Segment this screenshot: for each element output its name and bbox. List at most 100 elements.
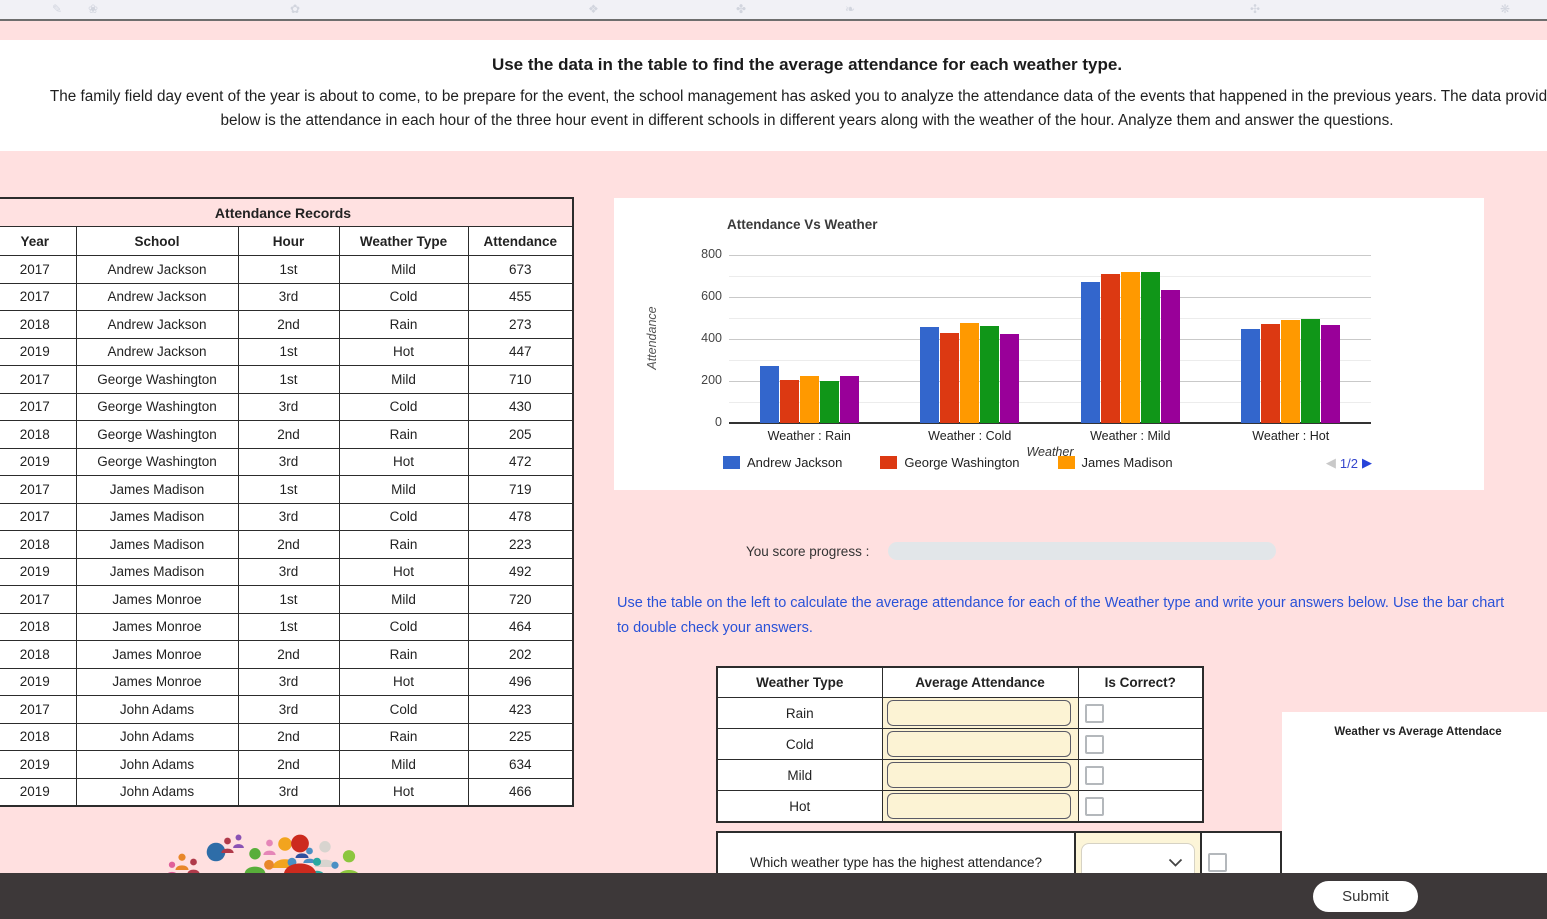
table-row: 2019George Washington3rdHot472: [0, 448, 573, 476]
table-cell: 2019: [0, 751, 76, 779]
table-cell: Rain: [339, 531, 468, 559]
table-cell: Mild: [339, 586, 468, 614]
table-cell: Hot: [339, 448, 468, 476]
table-cell: 2017: [0, 256, 76, 284]
table-cell: 2nd: [238, 723, 339, 751]
average-attendance-input[interactable]: [887, 700, 1071, 726]
answers-header-row: Weather Type Average Attendance Is Corre…: [717, 667, 1203, 698]
answer-weather-label: Mild: [717, 760, 882, 791]
question-correct-checkbox[interactable]: [1208, 853, 1227, 872]
answers-table-body: RainColdMildHot: [717, 698, 1203, 823]
legend-label: George Washington: [904, 455, 1019, 470]
answers-table: Weather Type Average Attendance Is Corre…: [716, 666, 1204, 823]
table-cell: James Madison: [76, 558, 238, 586]
table-cell: Mild: [339, 476, 468, 504]
chart-plot-area: [729, 255, 1371, 423]
gridline-minor: [729, 276, 1371, 277]
table-cell: 2019: [0, 778, 76, 806]
is-correct-checkbox[interactable]: [1085, 766, 1104, 785]
table-row: 2018Andrew Jackson2ndRain273: [0, 311, 573, 339]
table-row: 2019James Monroe3rdHot496: [0, 668, 573, 696]
is-correct-checkbox[interactable]: [1085, 704, 1104, 723]
is-correct-checkbox[interactable]: [1085, 735, 1104, 754]
table-cell: 2017: [0, 476, 76, 504]
table-cell: Hot: [339, 778, 468, 806]
table-row: 2019John Adams2ndMild634: [0, 751, 573, 779]
y-axis-tick-label: 0: [672, 415, 722, 429]
average-attendance-input[interactable]: [887, 731, 1071, 757]
y-axis-tick-label: 600: [672, 289, 722, 303]
table-row: 2017James Madison1stMild719: [0, 476, 573, 504]
legend-swatch-icon: [1058, 456, 1075, 469]
table-cell: James Monroe: [76, 613, 238, 641]
table-cell: 3rd: [238, 696, 339, 724]
records-col-hour: Hour: [238, 227, 339, 256]
answer-weather-label: Hot: [717, 791, 882, 823]
header-content: Use the data in the table to find the av…: [0, 40, 1547, 132]
table-row: 2017John Adams3rdCold423: [0, 696, 573, 724]
x-axis-group-label: Weather : Mild: [1050, 429, 1210, 443]
x-axis-group-label: Weather : Hot: [1211, 429, 1371, 443]
table-cell: James Monroe: [76, 586, 238, 614]
table-cell: James Madison: [76, 531, 238, 559]
table-cell: Cold: [339, 613, 468, 641]
table-cell: Cold: [339, 503, 468, 531]
table-cell: Rain: [339, 311, 468, 339]
average-attendance-input[interactable]: [887, 762, 1071, 788]
table-cell: Mild: [339, 256, 468, 284]
table-cell: 1st: [238, 338, 339, 366]
table-cell: 2018: [0, 641, 76, 669]
answer-check-cell: [1078, 698, 1203, 729]
table-cell: 3rd: [238, 558, 339, 586]
table-cell: Rain: [339, 421, 468, 449]
y-axis-tick-label: 400: [672, 331, 722, 345]
table-cell: 455: [468, 283, 573, 311]
records-header-row: Year School Hour Weather Type Attendance: [0, 227, 573, 256]
table-cell: 2018: [0, 531, 76, 559]
chart-legend: Andrew JacksonGeorge WashingtonJames Mad…: [723, 455, 1173, 470]
legend-item: Andrew Jackson: [723, 455, 842, 470]
table-row: 2017George Washington3rdCold430: [0, 393, 573, 421]
legend-page-indicator: 1/2: [1340, 456, 1358, 471]
table-cell: 225: [468, 723, 573, 751]
table-cell: 2019: [0, 558, 76, 586]
table-cell: 2nd: [238, 641, 339, 669]
legend-swatch-icon: [723, 456, 740, 469]
quiz-page: ✎ ❀ ✿ ❖ ✤ ❧ ✣ ❋ Use the data in the tabl…: [0, 0, 1547, 919]
decorative-top-strip: ✎ ❀ ✿ ❖ ✤ ❧ ✣ ❋: [0, 0, 1547, 21]
bar-james-monroe: [1141, 272, 1160, 423]
average-attendance-input[interactable]: [887, 793, 1071, 819]
table-cell: 710: [468, 366, 573, 394]
table-cell: 634: [468, 751, 573, 779]
table-cell: Andrew Jackson: [76, 338, 238, 366]
table-cell: Andrew Jackson: [76, 256, 238, 284]
table-cell: James Madison: [76, 476, 238, 504]
table-cell: 466: [468, 778, 573, 806]
table-cell: 273: [468, 311, 573, 339]
gridline-major: [729, 297, 1371, 298]
table-cell: 2017: [0, 366, 76, 394]
legend-label: Andrew Jackson: [747, 455, 842, 470]
table-cell: Cold: [339, 696, 468, 724]
legend-prev-icon[interactable]: ◀: [1326, 455, 1336, 471]
table-row: 2018James Madison2ndRain223: [0, 531, 573, 559]
table-cell: 205: [468, 421, 573, 449]
table-cell: 2018: [0, 613, 76, 641]
x-axis-group-label: Weather : Cold: [890, 429, 1050, 443]
table-cell: John Adams: [76, 778, 238, 806]
table-cell: John Adams: [76, 751, 238, 779]
chart-title: Attendance Vs Weather: [727, 217, 878, 232]
table-cell: 3rd: [238, 668, 339, 696]
table-cell: 2nd: [238, 751, 339, 779]
table-row: 2019Andrew Jackson1stHot447: [0, 338, 573, 366]
legend-item: George Washington: [880, 455, 1019, 470]
doodle-icon: ❖: [588, 2, 599, 16]
table-cell: 202: [468, 641, 573, 669]
answer-input-cell: [882, 791, 1078, 823]
bar-john-adams: [1321, 325, 1340, 423]
side-chart-panel: Weather vs Average Attendace: [1282, 712, 1547, 873]
legend-next-icon[interactable]: ▶: [1362, 455, 1372, 471]
submit-button[interactable]: Submit: [1313, 881, 1418, 912]
is-correct-checkbox[interactable]: [1085, 797, 1104, 816]
table-cell: 2019: [0, 338, 76, 366]
